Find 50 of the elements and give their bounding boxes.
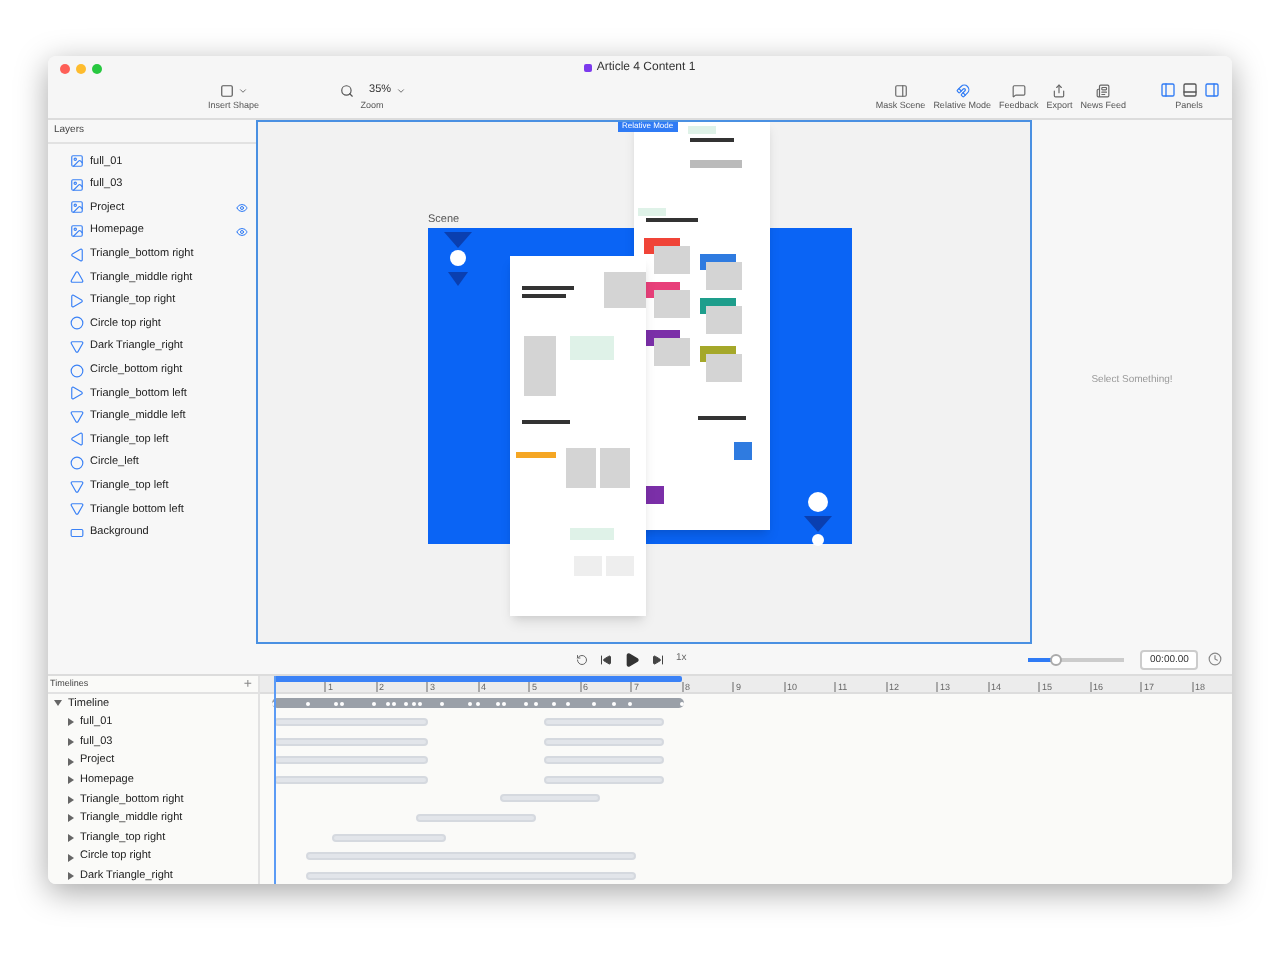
image-icon [70,154,84,169]
close-button[interactable] [60,64,70,74]
play-icon[interactable] [624,652,640,668]
skip-forward-icon[interactable] [652,654,664,666]
expand-arrow-icon[interactable] [68,853,74,862]
eye-icon[interactable] [236,201,248,214]
image-icon [70,177,84,192]
triangle-icon [70,340,84,355]
placeholder-block [646,486,664,504]
panel-toggle-button[interactable] [1202,82,1220,98]
loop-icon[interactable] [576,654,588,666]
triangle-circle-drawing [444,232,472,288]
clock-icon[interactable] [1208,652,1222,666]
panel-toggle-button[interactable] [1158,82,1176,98]
placeholder-block [524,336,556,396]
placeholder-block [690,160,742,168]
document-icon [584,64,593,72]
placeholder-block [600,448,630,488]
expand-arrow-icon[interactable] [68,795,74,804]
expand-arrow-icon[interactable] [68,872,74,881]
chevron-down-icon [237,85,248,95]
search-icon [339,83,354,97]
minimize-button[interactable] [76,64,86,74]
circle-icon [70,363,84,378]
slider-thumb[interactable] [1050,654,1063,666]
image-icon [70,200,84,215]
image-icon [70,224,84,239]
expand-arrow-icon[interactable] [68,718,74,727]
circle-icon [70,316,84,331]
circle-icon [70,456,84,471]
skip-back-icon[interactable] [600,654,612,666]
placeholder-block [516,452,556,458]
placeholder-block [570,528,614,540]
chevron-down-icon [395,85,406,95]
eye-icon[interactable] [236,225,248,238]
placeholder-block [734,442,752,460]
placeholder-block [570,336,614,360]
placeholder-block [566,448,596,488]
expand-arrow-icon[interactable] [68,833,74,842]
placeholder-block [688,126,716,134]
expand-arrow-icon[interactable] [68,814,74,823]
panel-toggle-button[interactable] [1180,82,1198,98]
expand-arrow-icon[interactable] [68,776,74,785]
triangle-circle-drawing [804,492,832,548]
maximize-button[interactable] [92,64,102,74]
rectangle-icon [70,525,84,540]
expand-arrow-icon[interactable] [68,737,74,746]
square-icon [219,83,234,97]
expand-arrow-icon[interactable] [54,700,62,707]
expand-arrow-icon[interactable] [68,757,74,766]
